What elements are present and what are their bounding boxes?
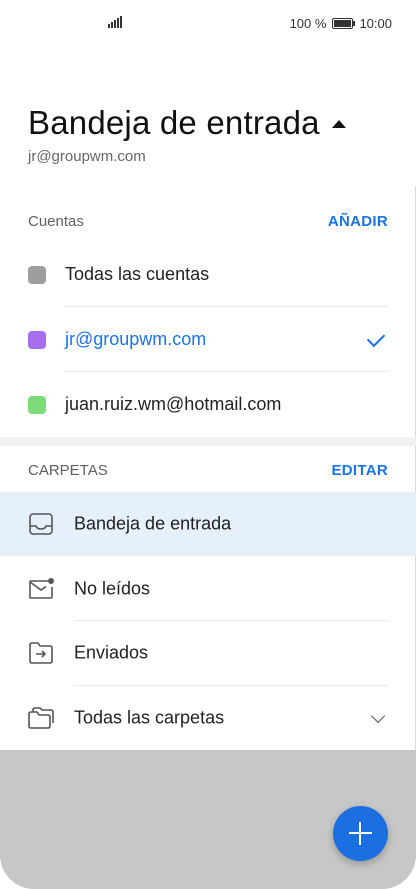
folder-all[interactable]: Todas las carpetas <box>0 686 416 750</box>
folder-name: No leídos <box>74 578 151 599</box>
edit-folders-button[interactable]: EDITAR <box>331 462 388 479</box>
account-name: Todas las cuentas <box>65 264 210 284</box>
folders-icon <box>28 707 54 729</box>
folder-inbox[interactable]: Bandeja de entrada <box>0 492 416 556</box>
folders-header: CARPETAS EDITAR <box>28 462 388 479</box>
account-name: jr@groupwm.com <box>65 329 207 349</box>
folder-unread[interactable]: No leídos <box>0 557 416 621</box>
account-groupwm[interactable]: jr@groupwm.com <box>0 307 416 372</box>
status-bar: 100 % 10:00 <box>0 0 416 48</box>
folder-sent[interactable]: Enviados <box>0 621 416 685</box>
accounts-label: Cuentas <box>28 213 84 230</box>
inbox-icon <box>29 513 53 535</box>
folder-name: Enviados <box>74 642 149 663</box>
checkmark-icon <box>366 328 386 347</box>
sent-folder-icon <box>29 642 53 664</box>
account-hotmail[interactable]: juan.ruiz.wm@hotmail.com <box>0 372 416 437</box>
chevron-down-icon[interactable] <box>370 708 386 724</box>
current-account: jr@groupwm.com <box>28 148 146 165</box>
account-all[interactable]: Todas las cuentas <box>0 242 416 307</box>
account-color-swatch <box>28 330 46 349</box>
clock: 10:00 <box>359 16 392 31</box>
caret-up-icon[interactable] <box>331 120 346 128</box>
battery-icon <box>332 18 356 29</box>
accounts-header: Cuentas AÑADIR <box>28 213 388 230</box>
section-separator <box>0 437 416 446</box>
folders-label: CARPETAS <box>28 462 108 479</box>
folder-name: Bandeja de entrada <box>74 513 232 534</box>
account-color-swatch <box>28 265 46 284</box>
add-account-button[interactable]: AÑADIR <box>328 213 388 230</box>
page-title[interactable]: Bandeja de entrada <box>28 104 320 142</box>
unread-mail-icon <box>29 578 54 599</box>
compose-button[interactable] <box>333 806 388 861</box>
account-name: juan.ruiz.wm@hotmail.com <box>65 394 282 414</box>
battery-percent: 100 % <box>289 16 327 31</box>
account-color-swatch <box>28 395 46 414</box>
signal-icon <box>108 15 122 28</box>
folder-name: Todas las carpetas <box>74 707 225 728</box>
mailbox-header: Bandeja de entrada jr@groupwm.com <box>28 104 398 165</box>
